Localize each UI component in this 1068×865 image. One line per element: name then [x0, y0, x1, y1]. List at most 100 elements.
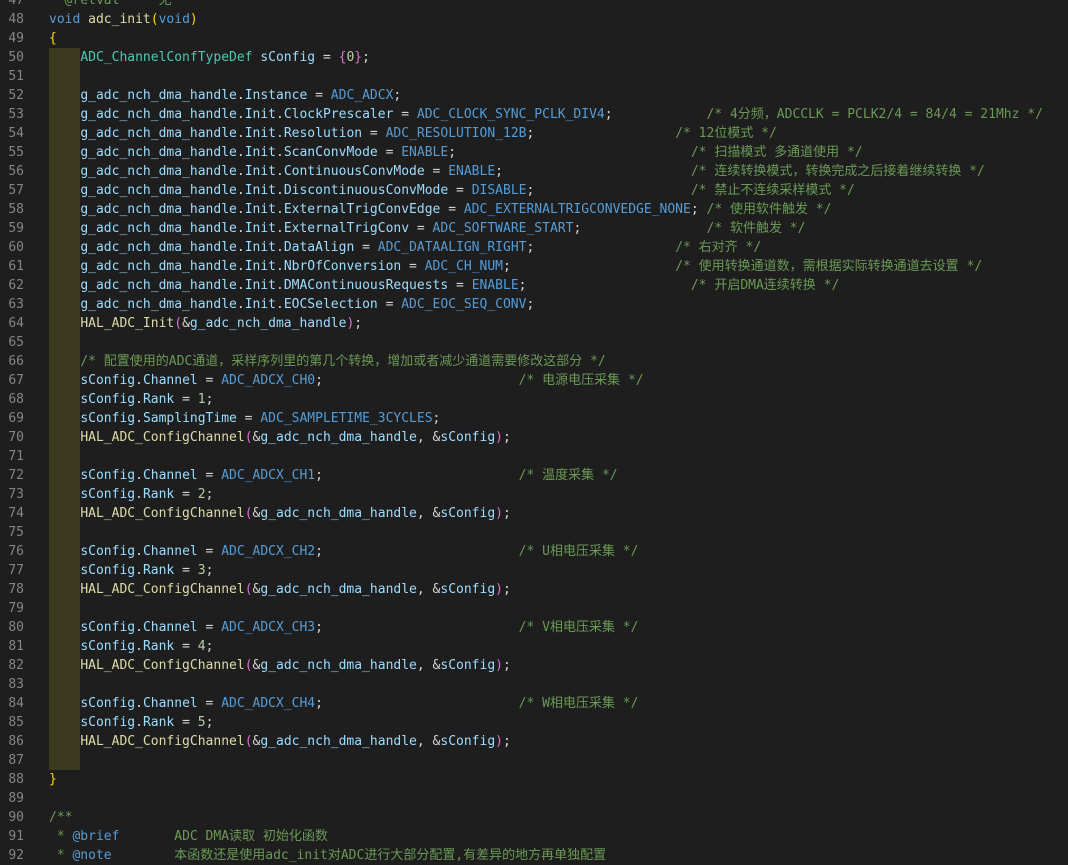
code-line[interactable]: 73 sConfig.Rank = 2; — [0, 485, 1068, 504]
code-line[interactable]: 71 — [0, 447, 1068, 466]
code-token: ; — [205, 639, 214, 654]
code-token: ADC_CH_NUM — [424, 259, 503, 274]
code-token: /* 4分频，ADCCLK = PCLK2/4 = 84/4 = 21Mhz *… — [706, 107, 1043, 122]
code-token: . — [135, 563, 143, 578]
code-line[interactable]: 65 — [0, 333, 1068, 352]
code-line[interactable]: 59 g_adc_nch_dma_handle.Init.ExternalTri… — [0, 219, 1068, 238]
code-line[interactable]: 85 sConfig.Rank = 5; — [0, 713, 1068, 732]
code-token: sConfig — [80, 411, 136, 426]
code-token: Channel — [142, 373, 198, 388]
code-token: . — [276, 259, 284, 274]
code-token: ADC_EOC_SEQ_CONV — [401, 297, 527, 312]
code-token: Rank — [142, 715, 175, 730]
code-token: = — [236, 411, 261, 426]
code-text: g_adc_nch_dma_handle.Init.ExternalTrigCo… — [49, 200, 831, 219]
code-token: ADC_ADCX_CH4 — [221, 696, 316, 711]
code-line[interactable]: 48 void adc_init(void) — [0, 10, 1068, 29]
line-number: 84 — [8, 696, 24, 711]
line-number: 51 — [8, 69, 24, 84]
code-line[interactable]: 78 HAL_ADC_ConfigChannel(&g_adc_nch_dma_… — [0, 580, 1068, 599]
code-token: } — [49, 772, 57, 787]
code-line[interactable]: 61 g_adc_nch_dma_handle.Init.NbrOfConver… — [0, 257, 1068, 276]
code-line[interactable]: 75 — [0, 523, 1068, 542]
code-token: HAL_ADC_ConfigChannel — [80, 658, 245, 673]
code-line[interactable]: 68 sConfig.Rank = 1; — [0, 390, 1068, 409]
code-token: sConfig — [80, 696, 136, 711]
code-token: ; — [604, 107, 707, 122]
code-line[interactable]: 56 g_adc_nch_dma_handle.Init.ContinuousC… — [0, 162, 1068, 181]
code-line[interactable]: 88} — [0, 770, 1068, 789]
code-line[interactable]: 79 — [0, 599, 1068, 618]
code-token: HAL_ADC_ConfigChannel — [80, 582, 245, 597]
code-line[interactable]: 90 /** — [0, 808, 1068, 827]
line-number: 52 — [8, 88, 24, 103]
code-line[interactable]: 64 HAL_ADC_Init(&g_adc_nch_dma_handle); — [0, 314, 1068, 333]
code-line[interactable]: 51 — [0, 67, 1068, 86]
code-token: . — [236, 259, 245, 274]
code-token: sConfig — [260, 50, 316, 65]
code-line[interactable]: 57 g_adc_nch_dma_handle.Init.Discontinuo… — [0, 181, 1068, 200]
code-line[interactable]: 47 * @retval 无 — [0, 0, 1068, 10]
code-line[interactable]: 86 HAL_ADC_ConfigChannel(&g_adc_nch_dma_… — [0, 732, 1068, 751]
code-token: . — [135, 620, 143, 635]
code-token: sConfig — [80, 392, 136, 407]
code-line[interactable]: 83 — [0, 675, 1068, 694]
code-text: ADC_ChannelConfTypeDef sConfig = {0}; — [49, 48, 370, 67]
code-token: ( — [174, 316, 183, 331]
code-line[interactable]: 52 g_adc_nch_dma_handle.Instance = ADC_A… — [0, 86, 1068, 105]
code-line[interactable]: 53 g_adc_nch_dma_handle.Init.ClockPresca… — [0, 105, 1068, 124]
code-text: * @note 本函数还是使用adc_init对ADC进行大部分配置,有差异的地… — [49, 846, 606, 865]
code-line[interactable]: 80 sConfig.Channel = ADC_ADCX_CH3; /* V相… — [0, 618, 1068, 637]
code-line[interactable]: 67 sConfig.Channel = ADC_ADCX_CH0; /* 电源… — [0, 371, 1068, 390]
line-number: 86 — [8, 734, 24, 749]
code-token: ; — [354, 316, 363, 331]
code-line[interactable]: 91 * @brief ADC DMA读取 初始化函数 — [0, 827, 1068, 846]
code-token: = — [174, 715, 198, 730]
code-line[interactable]: 81 sConfig.Rank = 4; — [0, 637, 1068, 656]
code-text: HAL_ADC_Init(&g_adc_nch_dma_handle); — [49, 314, 362, 333]
code-line[interactable]: 58 g_adc_nch_dma_handle.Init.ExternalTri… — [0, 200, 1068, 219]
code-line[interactable]: 92 * @note 本函数还是使用adc_init对ADC进行大部分配置,有差… — [0, 846, 1068, 865]
code-line[interactable]: 77 sConfig.Rank = 3; — [0, 561, 1068, 580]
code-token: ExternalTrigConv — [283, 221, 410, 236]
code-line[interactable]: 76 sConfig.Channel = ADC_ADCX_CH2; /* U相… — [0, 542, 1068, 561]
code-token: ; — [690, 202, 707, 217]
code-line[interactable]: 84 sConfig.Channel = ADC_ADCX_CH4; /* W相… — [0, 694, 1068, 713]
code-token: ( — [244, 430, 253, 445]
code-line[interactable]: 49 { — [0, 29, 1068, 48]
code-token: = — [197, 373, 222, 388]
code-text: sConfig.SamplingTime = ADC_SAMPLETIME_3C… — [49, 409, 440, 428]
line-number: 68 — [8, 392, 24, 407]
code-line[interactable]: 89 — [0, 789, 1068, 808]
code-line[interactable]: 66 /* 配置使用的ADC通道，采样序列里的第几个转换，增加或者减少通道需要修… — [0, 352, 1068, 371]
code-text: g_adc_nch_dma_handle.Init.NbrOfConversio… — [49, 257, 982, 276]
code-token: Channel — [142, 468, 198, 483]
code-token: . — [236, 145, 245, 160]
code-line[interactable]: 69 sConfig.SamplingTime = ADC_SAMPLETIME… — [0, 409, 1068, 428]
code-token: void — [49, 12, 81, 27]
code-line[interactable]: 74 HAL_ADC_ConfigChannel(&g_adc_nch_dma_… — [0, 504, 1068, 523]
code-line[interactable]: 60 g_adc_nch_dma_handle.Init.DataAlign =… — [0, 238, 1068, 257]
code-line[interactable]: 82 HAL_ADC_ConfigChannel(&g_adc_nch_dma_… — [0, 656, 1068, 675]
code-line[interactable]: 87 — [0, 751, 1068, 770]
code-token: = — [393, 107, 417, 122]
code-token: ( — [244, 582, 253, 597]
code-token: . — [276, 164, 284, 179]
editor-text-area[interactable]: 47 * @retval 无 48 void adc_init(void) 49{50 … — [0, 0, 1068, 865]
line-number: 77 — [8, 563, 24, 578]
code-line[interactable]: 63 g_adc_nch_dma_handle.Init.EOCSelectio… — [0, 295, 1068, 314]
code-token: = — [362, 126, 386, 141]
code-line[interactable]: 62 g_adc_nch_dma_handle.Init.DMAContinuo… — [0, 276, 1068, 295]
code-line[interactable]: 54 g_adc_nch_dma_handle.Init.Resolution … — [0, 124, 1068, 143]
code-line[interactable]: 55 g_adc_nch_dma_handle.Init.ScanConvMod… — [0, 143, 1068, 162]
code-token: = — [174, 487, 198, 502]
line-number: 74 — [8, 506, 24, 521]
code-line[interactable]: 72 sConfig.Channel = ADC_ADCX_CH1; /* 温度… — [0, 466, 1068, 485]
code-token: . — [135, 411, 143, 426]
code-line[interactable]: 50 ADC_ChannelConfTypeDef sConfig = {0}; — [0, 48, 1068, 67]
code-line[interactable]: 70 HAL_ADC_ConfigChannel(&g_adc_nch_dma_… — [0, 428, 1068, 447]
